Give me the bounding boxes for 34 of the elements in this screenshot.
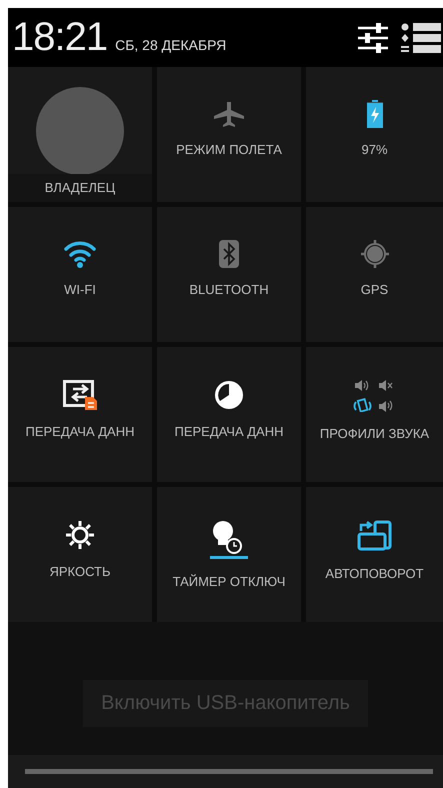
tile-label: GPS [360, 282, 388, 297]
settings-icon[interactable] [357, 22, 389, 52]
owner-label: ВЛАДЕЛЕЦ [44, 180, 116, 197]
quick-setting-tile[interactable]: WI-FI [8, 207, 152, 342]
quick-setting-tile[interactable]: BLUETOOTH [157, 207, 301, 342]
quick-setting-tile[interactable]: АВТОПОВОРОТ [306, 487, 443, 622]
data-usage-icon [214, 380, 244, 410]
quick-setting-tile[interactable]: ПРОФИЛИ ЗВУКА [306, 347, 443, 482]
sleep-timer-icon [210, 520, 248, 560]
tile-label: РЕЖИМ ПОЛЕТА [176, 142, 282, 157]
quick-setting-tile[interactable]: ПЕРЕДАЧА ДАНН [8, 347, 152, 482]
tile-label: ТАЙМЕР ОТКЛЮЧ [172, 574, 286, 589]
tile-label: АВТОПОВОРОТ [325, 566, 424, 581]
tile-label: BLUETOOTH [189, 282, 269, 297]
tile-label: WI-FI [64, 282, 96, 297]
tile-label: 97% [361, 142, 388, 157]
owner-tile[interactable]: ВЛАДЕЛЕЦ [8, 67, 152, 202]
quick-setting-tile[interactable]: ЯРКОСТЬ [8, 487, 152, 622]
brightness-icon [65, 520, 95, 550]
data-transfer-icon [63, 380, 97, 410]
clock: 18:21 [12, 15, 108, 60]
tile-label: ЯРКОСТЬ [49, 564, 111, 579]
quick-setting-tile[interactable]: РЕЖИМ ПОЛЕТА [157, 67, 301, 202]
drag-handle[interactable] [25, 769, 433, 774]
quick-setting-tile[interactable]: GPS [306, 207, 443, 342]
tile-label: ПЕРЕДАЧА ДАНН [25, 424, 134, 439]
tile-label: ПЕРЕДАЧА ДАНН [174, 424, 284, 439]
menu-icon[interactable] [401, 22, 441, 52]
quick-setting-tile[interactable]: ПЕРЕДАЧА ДАНН [157, 347, 301, 482]
quick-setting-tile[interactable]: ТАЙМЕР ОТКЛЮЧ [157, 487, 301, 622]
date: СБ, 28 ДЕКАБРЯ [115, 36, 226, 52]
avatar-icon [36, 87, 124, 177]
tile-label: ПРОФИЛИ ЗВУКА [320, 426, 430, 441]
quick-setting-tile[interactable]: 97% [306, 67, 443, 202]
